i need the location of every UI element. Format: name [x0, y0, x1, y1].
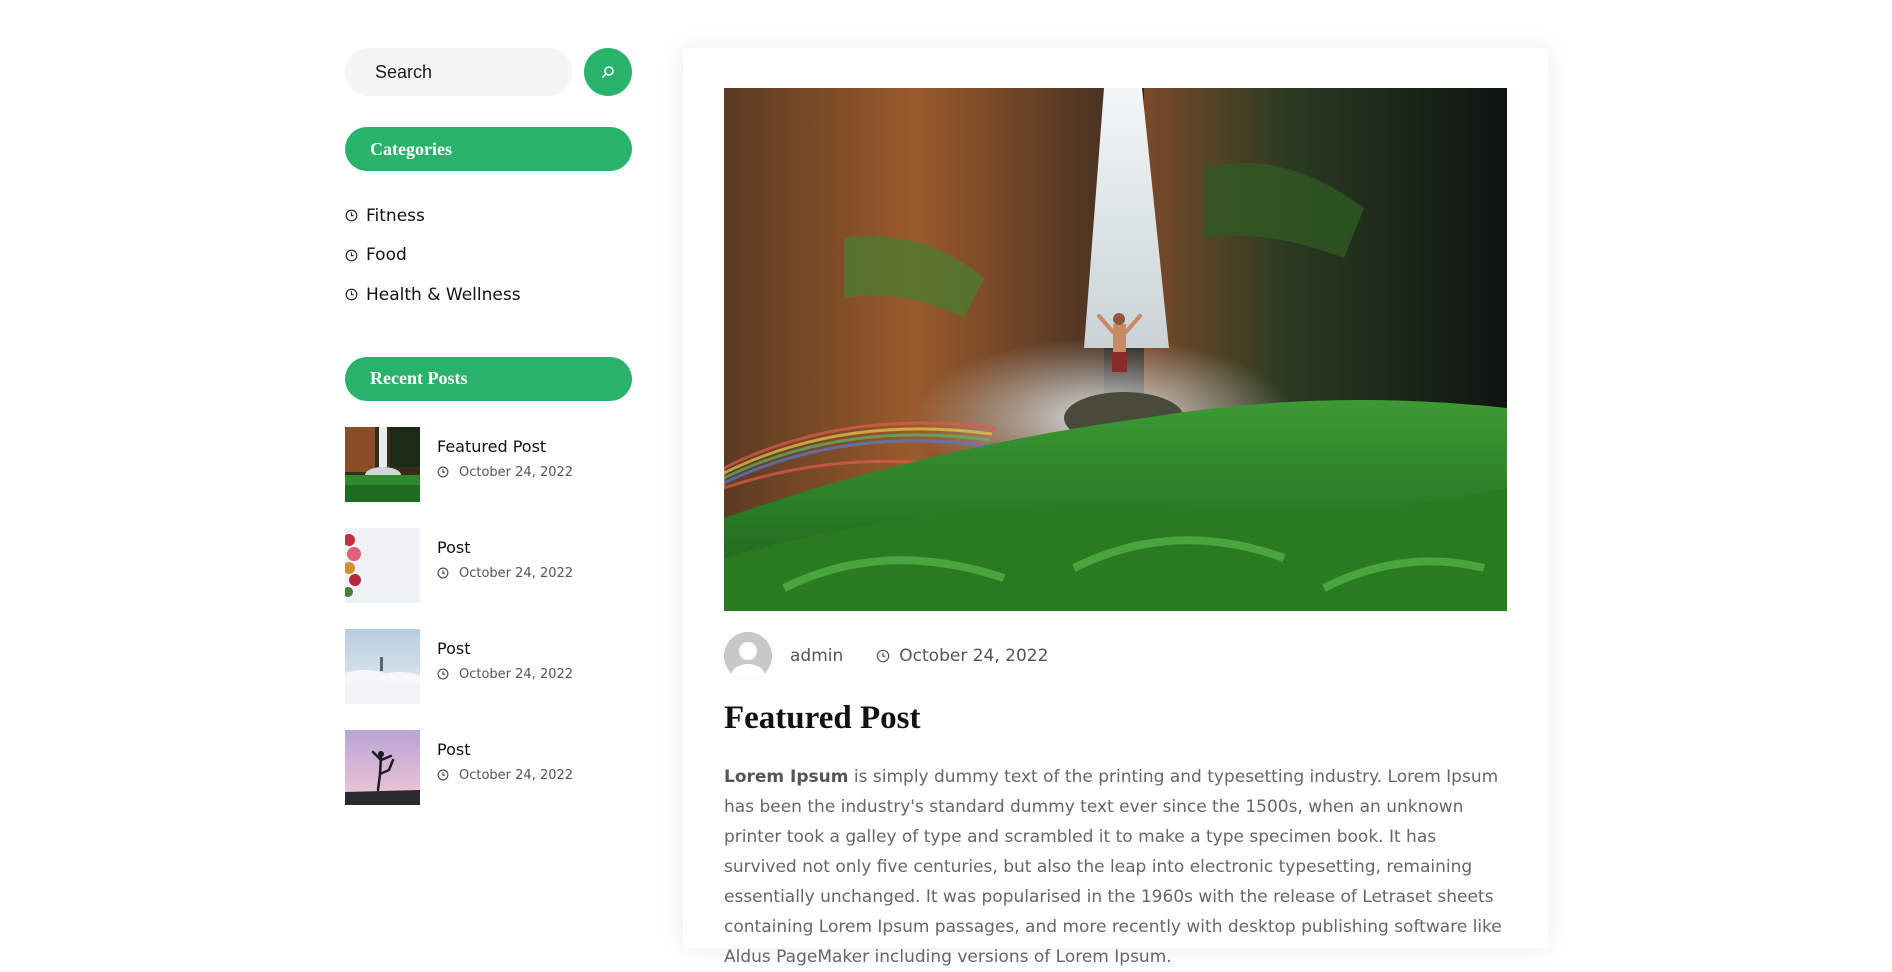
post-title: Featured Post [724, 700, 921, 736]
search-icon [602, 66, 614, 78]
user-avatar-icon[interactable] [724, 632, 772, 680]
post-meta: admin October 24, 2022 [724, 632, 1048, 680]
category-label: Food [366, 245, 407, 266]
recent-post-meta: Post October 24, 2022 [437, 730, 573, 805]
recent-post-thumbnail-flowers[interactable] [345, 527, 420, 603]
category-label: Fitness [366, 205, 425, 226]
clock-icon [437, 668, 449, 680]
recent-post-title[interactable]: Post [437, 639, 573, 658]
recent-post-item[interactable]: Post October 24, 2022 [345, 527, 632, 603]
recent-post-date-text: October 24, 2022 [459, 767, 574, 783]
post-body: Lorem Ipsum is simply dummy text of the … [724, 762, 1507, 972]
recent-post-item[interactable]: Post October 24, 2022 [345, 628, 632, 704]
search-widget [345, 48, 632, 96]
post-author[interactable]: admin [790, 646, 843, 666]
sidebar: Categories Fitness Food Health & Wellnes… [345, 48, 632, 831]
clock-icon [437, 769, 449, 781]
recent-posts-title: Recent Posts [345, 356, 632, 401]
recent-post-item[interactable]: Post October 24, 2022 [345, 729, 632, 805]
search-input[interactable] [345, 48, 572, 96]
post-card: admin October 24, 2022 Featured Post Lor… [683, 48, 1548, 967]
recent-post-date: October 24, 2022 [437, 465, 573, 480]
recent-post-thumbnail-clouds[interactable] [345, 628, 420, 704]
category-item-fitness[interactable]: Fitness [345, 196, 632, 236]
post-date-text: October 24, 2022 [899, 646, 1049, 666]
recent-post-title[interactable]: Post [437, 538, 573, 557]
recent-post-date-text: October 24, 2022 [459, 565, 574, 581]
post-date: October 24, 2022 [876, 646, 1048, 666]
categories-title: Categories [345, 127, 632, 171]
recent-post-thumbnail-waterfall[interactable] [345, 426, 420, 502]
recent-post-date-text: October 24, 2022 [459, 666, 574, 682]
post-body-lead: Lorem Ipsum [724, 767, 849, 787]
featured-image[interactable] [724, 88, 1507, 611]
recent-post-date-text: October 24, 2022 [459, 464, 574, 480]
recent-post-date: October 24, 2022 [437, 768, 573, 783]
recent-post-meta: Post October 24, 2022 [437, 629, 573, 704]
recent-post-thumbnail-yoga[interactable] [345, 729, 420, 805]
recent-post-meta: Featured Post October 24, 2022 [437, 427, 573, 502]
clock-icon [437, 567, 449, 579]
clock-icon [345, 249, 358, 262]
clock-icon [876, 649, 890, 663]
recent-posts-list: Featured Post October 24, 2022 Post Octo… [345, 426, 632, 805]
recent-post-meta: Post October 24, 2022 [437, 528, 573, 603]
category-label: Health & Wellness [366, 284, 521, 305]
recent-post-title[interactable]: Post [437, 740, 573, 759]
clock-icon [345, 288, 358, 301]
recent-post-date: October 24, 2022 [437, 667, 573, 682]
category-item-food[interactable]: Food [345, 236, 632, 276]
post-body-text: is simply dummy text of the printing and… [724, 767, 1502, 967]
category-item-health-wellness[interactable]: Health & Wellness [345, 275, 632, 315]
clock-icon [437, 466, 449, 478]
recent-post-item[interactable]: Featured Post October 24, 2022 [345, 426, 632, 502]
recent-post-date: October 24, 2022 [437, 566, 573, 581]
recent-post-title[interactable]: Featured Post [437, 437, 573, 456]
clock-icon [345, 209, 358, 222]
categories-list: Fitness Food Health & Wellness [345, 196, 632, 315]
search-button[interactable] [584, 48, 632, 96]
